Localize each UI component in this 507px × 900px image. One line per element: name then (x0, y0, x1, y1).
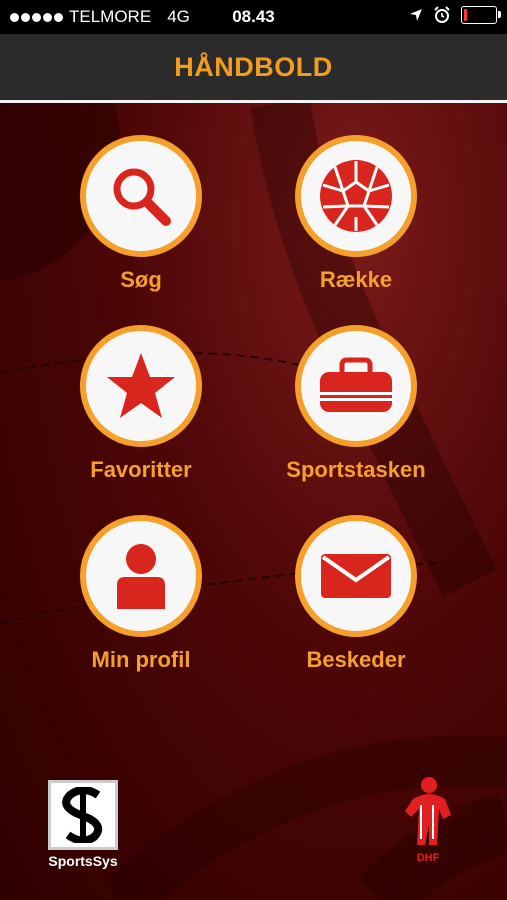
menu-label: Søg (120, 267, 162, 292)
page-title: HÅNDBOLD (174, 52, 333, 82)
menu-item-series[interactable]: Række (276, 135, 436, 293)
sportssys-logo: SportsSys (48, 780, 118, 869)
menu-item-sports-bag[interactable]: Sportstasken (276, 325, 436, 483)
handball-icon (320, 160, 392, 232)
sportssys-label: SportsSys (48, 853, 118, 869)
search-icon (113, 168, 171, 226)
menu-item-messages[interactable]: Beskeder (276, 515, 436, 673)
battery-icon (461, 6, 501, 24)
menu-label: Beskeder (306, 647, 406, 672)
dhf-logo: DHF (393, 775, 463, 870)
menu-label: Favoritter (90, 457, 192, 482)
profile-button-circle (80, 515, 202, 637)
sportssys-logo-mark (48, 780, 118, 850)
menu-label: Sportstasken (286, 457, 426, 482)
dhf-label: DHF (417, 852, 440, 864)
location-arrow-icon (410, 9, 422, 21)
series-button-circle (295, 135, 417, 257)
sportssys-emblem-icon (62, 787, 103, 843)
sports-bag-button-circle (295, 325, 417, 447)
star-icon (107, 353, 175, 418)
status-bar: TELMORE 4G 08.43 (0, 0, 507, 34)
menu-label: Række (319, 267, 393, 292)
main-menu: Søg Række Favoritter Sportstasken Min pr… (0, 103, 507, 900)
messages-button-circle (295, 515, 417, 637)
menu-item-my-profile[interactable]: Min profil (61, 515, 221, 673)
sports-bag-icon (320, 357, 392, 412)
menu-item-search[interactable]: Søg (61, 135, 221, 293)
dhf-emblem-icon: DHF (405, 777, 451, 864)
favorites-button-circle (80, 325, 202, 447)
app-header: HÅNDBOLD (0, 34, 507, 103)
status-right (409, 6, 501, 24)
search-button-circle (80, 135, 202, 257)
envelope-icon (321, 554, 391, 598)
menu-item-favorites[interactable]: Favoritter (61, 325, 221, 483)
menu-label: Min profil (91, 647, 191, 672)
alarm-icon (434, 6, 450, 23)
person-icon (117, 544, 165, 609)
